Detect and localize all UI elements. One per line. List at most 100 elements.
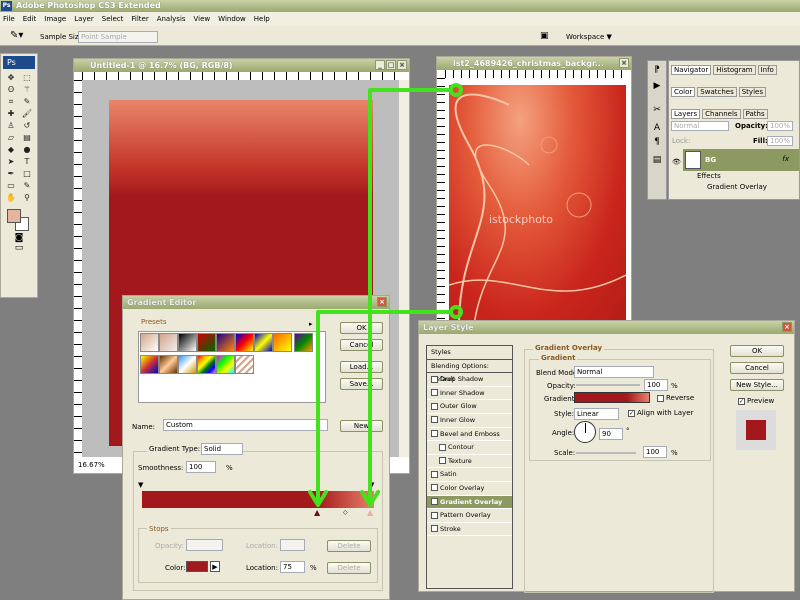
color-menu-arrow-icon[interactable]: ▶ [210, 561, 220, 572]
lasso-tool-icon[interactable]: ʘ [3, 84, 19, 96]
style-item-drop-shadow[interactable]: Drop Shadow [427, 373, 512, 387]
preset-swatch[interactable] [197, 355, 216, 374]
actions-icon[interactable]: ▶ [648, 81, 666, 91]
style-item-inner-glow[interactable]: Inner Glow [427, 413, 512, 428]
layer-opacity[interactable]: 100% [767, 121, 793, 131]
layer-style-title-bar[interactable]: Layer Style × [419, 321, 794, 334]
style-checkbox[interactable] [431, 525, 438, 533]
eyedropper-tool-icon[interactable]: ✎▾ [10, 30, 23, 41]
workspace-menu[interactable]: Workspace ▼ [566, 33, 612, 41]
style-item-stroke[interactable]: Stroke [427, 522, 512, 537]
style-checkbox[interactable] [431, 484, 438, 492]
menu-window[interactable]: Window [218, 12, 246, 26]
gradient-editor-title-bar[interactable]: Gradient Editor × [123, 296, 389, 309]
eraser-tool-icon[interactable]: ▱ [3, 132, 19, 144]
delete-button-disabled[interactable]: Delete [327, 540, 371, 552]
screen-mode-icon[interactable]: ▭ [3, 243, 35, 253]
menu-image[interactable]: Image [44, 12, 66, 26]
name-input[interactable]: Custom [163, 419, 328, 431]
eyedropper-tool-icon[interactable]: ✎ [19, 180, 35, 192]
move-tool-icon[interactable]: ✥ [3, 72, 19, 84]
tab-info[interactable]: Info [757, 65, 777, 75]
menu-select[interactable]: Select [102, 12, 124, 26]
sample-size-select[interactable]: Point Sample [78, 31, 158, 43]
style-checkbox[interactable] [431, 511, 438, 519]
style-item-texture[interactable]: Texture [427, 454, 512, 469]
angle-dial[interactable] [574, 421, 596, 443]
load-button[interactable]: Load... [340, 361, 383, 373]
menu-edit[interactable]: Edit [23, 12, 37, 26]
style-checkbox[interactable] [431, 375, 438, 383]
preset-swatch[interactable] [294, 333, 314, 352]
color-stop-end[interactable]: ▲ [367, 508, 373, 517]
preset-swatch[interactable] [216, 333, 235, 352]
preset-swatch[interactable] [273, 333, 292, 352]
vertical-scrollbar[interactable] [399, 80, 409, 457]
tab-channels[interactable]: Channels [702, 109, 741, 119]
character-icon[interactable]: A [648, 123, 666, 133]
new-style-button[interactable]: New Style... [730, 379, 784, 391]
menu-filter[interactable]: Filter [131, 12, 148, 26]
style-item-blending-options-default[interactable]: Blending Options: Default [427, 359, 512, 383]
save-button[interactable]: Save... [340, 378, 383, 390]
quick-mask-icon[interactable]: ◙ [3, 233, 35, 243]
stamp-tool-icon[interactable]: ♙ [3, 120, 19, 132]
style-item-gradient-overlay[interactable]: ✓ Gradient Overlay [427, 495, 512, 510]
fx-icon[interactable]: fx [782, 155, 789, 163]
presets-menu-icon[interactable]: ▸ [309, 320, 313, 328]
stop-location-input[interactable]: 75 [280, 561, 305, 573]
preset-swatch[interactable] [254, 333, 273, 352]
tab-layers[interactable]: Layers [671, 109, 701, 119]
dodge-tool-icon[interactable]: ● [19, 144, 35, 156]
style-select[interactable]: Linear [574, 408, 619, 420]
document-title-bar[interactable]: ist2_4689426_christmas_backgr... × [437, 57, 631, 70]
eyedropper-icon[interactable]: ✎ [19, 96, 35, 108]
style-item-color-overlay[interactable]: Color Overlay [427, 481, 512, 496]
shape-tool-icon[interactable]: □ [19, 168, 35, 180]
preset-swatch[interactable] [140, 355, 159, 374]
new-button[interactable]: New [340, 420, 383, 432]
zoom-tool-icon[interactable]: ⚲ [19, 192, 35, 204]
style-item-outer-glow[interactable]: Outer Glow [427, 400, 512, 414]
style-checkbox[interactable] [431, 402, 438, 410]
paragraph-icon[interactable]: ¶ [648, 137, 666, 147]
smoothness-input[interactable]: 100 [186, 461, 216, 473]
blur-tool-icon[interactable]: ◆ [3, 144, 19, 156]
cancel-button[interactable]: Cancel [730, 362, 784, 374]
delete-button[interactable]: Delete [327, 562, 371, 574]
style-checkbox[interactable]: ✓ [431, 498, 438, 506]
preset-swatch[interactable] [178, 355, 197, 374]
notes-tool-icon[interactable]: ▭ [3, 180, 19, 192]
tab-color[interactable]: Color [671, 87, 696, 97]
gradient-type-select[interactable]: Solid [201, 443, 243, 455]
preset-swatch[interactable] [159, 333, 178, 352]
effect-gradient-overlay-row[interactable]: Gradient Overlay [707, 182, 799, 193]
effects-row[interactable]: Effects [697, 171, 799, 182]
tab-paths[interactable]: Paths [742, 109, 768, 119]
cancel-button[interactable]: Cancel [340, 339, 383, 351]
preview-checkbox[interactable]: ✓ Preview [738, 397, 774, 405]
opacity-input[interactable]: 100 [644, 379, 668, 391]
style-item-pattern-overlay[interactable]: Pattern Overlay [427, 509, 512, 523]
style-item-inner-shadow[interactable]: Inner Shadow [427, 386, 512, 401]
layer-fill[interactable]: 100% [767, 136, 793, 146]
style-item-bevel-and-emboss[interactable]: Bevel and Emboss [427, 427, 512, 442]
minimize-button[interactable]: _ [375, 60, 385, 70]
close-button[interactable]: × [377, 297, 387, 307]
pen-tool-icon[interactable]: ✒ [3, 168, 19, 180]
zoom-level[interactable]: 16.67% [78, 461, 105, 469]
ok-button[interactable]: OK [730, 345, 784, 357]
preset-swatch[interactable] [216, 355, 235, 374]
scale-input[interactable]: 100 [643, 446, 667, 458]
tab-styles[interactable]: Styles [738, 87, 766, 97]
menu-help[interactable]: Help [254, 12, 270, 26]
preset-swatch[interactable] [235, 355, 254, 374]
opacity-slider[interactable] [576, 384, 640, 386]
menu-analysis[interactable]: Analysis [157, 12, 186, 26]
layer-row-bg[interactable]: BG fx [683, 149, 799, 171]
style-checkbox[interactable] [431, 389, 438, 397]
opacity-stop-left[interactable]: ▼ [138, 481, 143, 489]
align-with-layer-checkbox[interactable]: ✓ Align with Layer [628, 409, 693, 417]
christmas-image[interactable]: istockphoto [449, 85, 626, 320]
healing-tool-icon[interactable]: ✚ [3, 108, 19, 120]
